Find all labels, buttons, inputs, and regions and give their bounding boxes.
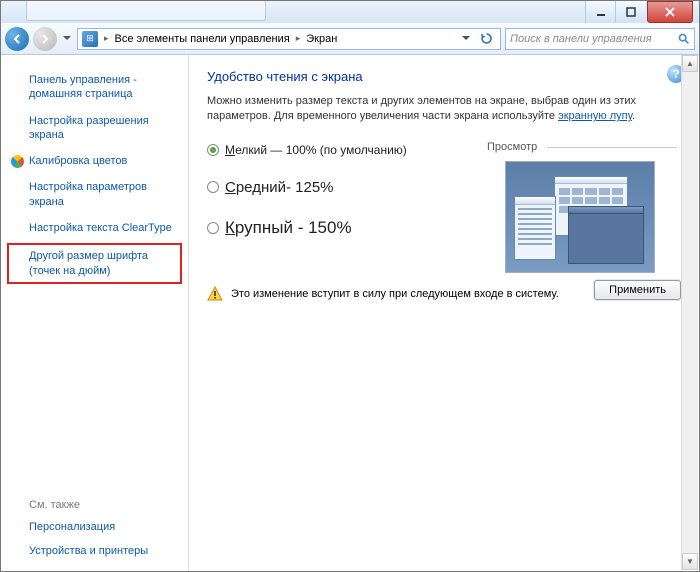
apply-button[interactable]: Применить — [594, 280, 681, 300]
control-panel-window: ⊞ ▸ Все элементы панели управления ▸ Экр… — [0, 0, 700, 572]
option-medium-label: Средний- 125% — [225, 179, 334, 196]
sidebar: Панель управления - домашняя страница На… — [1, 55, 189, 571]
main-panel: ? Удобство чтения с экрана Можно изменит… — [189, 55, 699, 571]
navigation-bar: ⊞ ▸ Все элементы панели управления ▸ Экр… — [1, 23, 699, 55]
back-button[interactable] — [5, 27, 29, 51]
sidebar-link-color-calibration[interactable]: Калибровка цветов — [1, 148, 188, 174]
breadcrumb-sep-icon: ▸ — [296, 33, 301, 44]
forward-button[interactable] — [33, 27, 57, 51]
sidebar-link-cleartype[interactable]: Настройка текста ClearType — [1, 215, 188, 241]
radio-large[interactable] — [207, 222, 219, 234]
radio-medium[interactable] — [207, 181, 219, 193]
magnifier-link[interactable]: экранную лупу — [558, 110, 632, 122]
history-dropdown[interactable] — [61, 36, 73, 41]
title-tab — [26, 1, 266, 21]
sidebar-footer-devices[interactable]: Устройства и принтеры — [1, 539, 188, 563]
minimize-button[interactable] — [585, 1, 615, 23]
sidebar-link-display-settings[interactable]: Настройка параметров экрана — [1, 174, 188, 215]
preview-image — [505, 161, 655, 273]
option-large-label: Крупный - 150% — [225, 218, 352, 238]
warning-text: Это изменение вступит в силу при следующ… — [231, 288, 559, 300]
size-options: Мелкий — 100% (по умолчанию) Средний- 12… — [207, 143, 681, 238]
page-heading: Удобство чтения с экрана — [207, 69, 681, 84]
page-description: Можно изменить размер текста и других эл… — [207, 94, 681, 125]
close-button[interactable] — [647, 1, 693, 23]
desc-text-2: . — [632, 110, 635, 122]
sidebar-link-resolution[interactable]: Настройка разрешения экрана — [1, 108, 188, 149]
sidebar-link-custom-dpi[interactable]: Другой размер шрифта (точек на дюйм) — [7, 243, 182, 284]
see-also-heading: См. также — [1, 495, 188, 515]
address-dropdown-button[interactable] — [456, 29, 476, 49]
search-box[interactable]: Поиск в панели управления — [505, 28, 695, 50]
scroll-down-button[interactable]: ▼ — [682, 553, 698, 570]
breadcrumb-root[interactable]: Все элементы панели управления — [115, 33, 290, 45]
breadcrumb-sep-icon: ▸ — [104, 33, 109, 44]
window-titlebar — [1, 1, 699, 23]
maximize-button[interactable] — [615, 1, 645, 23]
warning-icon — [207, 286, 223, 302]
search-icon — [677, 32, 690, 45]
preview-label: Просмотр — [487, 141, 537, 153]
preview-separator — [547, 147, 677, 148]
control-panel-icon: ⊞ — [82, 31, 98, 47]
vertical-scrollbar[interactable]: ▲ ▼ — [681, 55, 698, 570]
search-placeholder: Поиск в панели управления — [510, 33, 652, 45]
sidebar-footer-personalization[interactable]: Персонализация — [1, 515, 188, 539]
option-small-label: Мелкий — 100% (по умолчанию) — [225, 143, 407, 157]
sidebar-link-home[interactable]: Панель управления - домашняя страница — [1, 67, 188, 108]
breadcrumb-current[interactable]: Экран — [306, 33, 337, 45]
preview-group: Просмотр — [487, 143, 677, 273]
refresh-button[interactable] — [476, 29, 496, 49]
address-bar[interactable]: ⊞ ▸ Все элементы панели управления ▸ Экр… — [77, 28, 501, 50]
content-area: Панель управления - домашняя страница На… — [1, 55, 699, 571]
radio-small[interactable] — [207, 144, 219, 156]
scroll-up-button[interactable]: ▲ — [682, 55, 698, 72]
